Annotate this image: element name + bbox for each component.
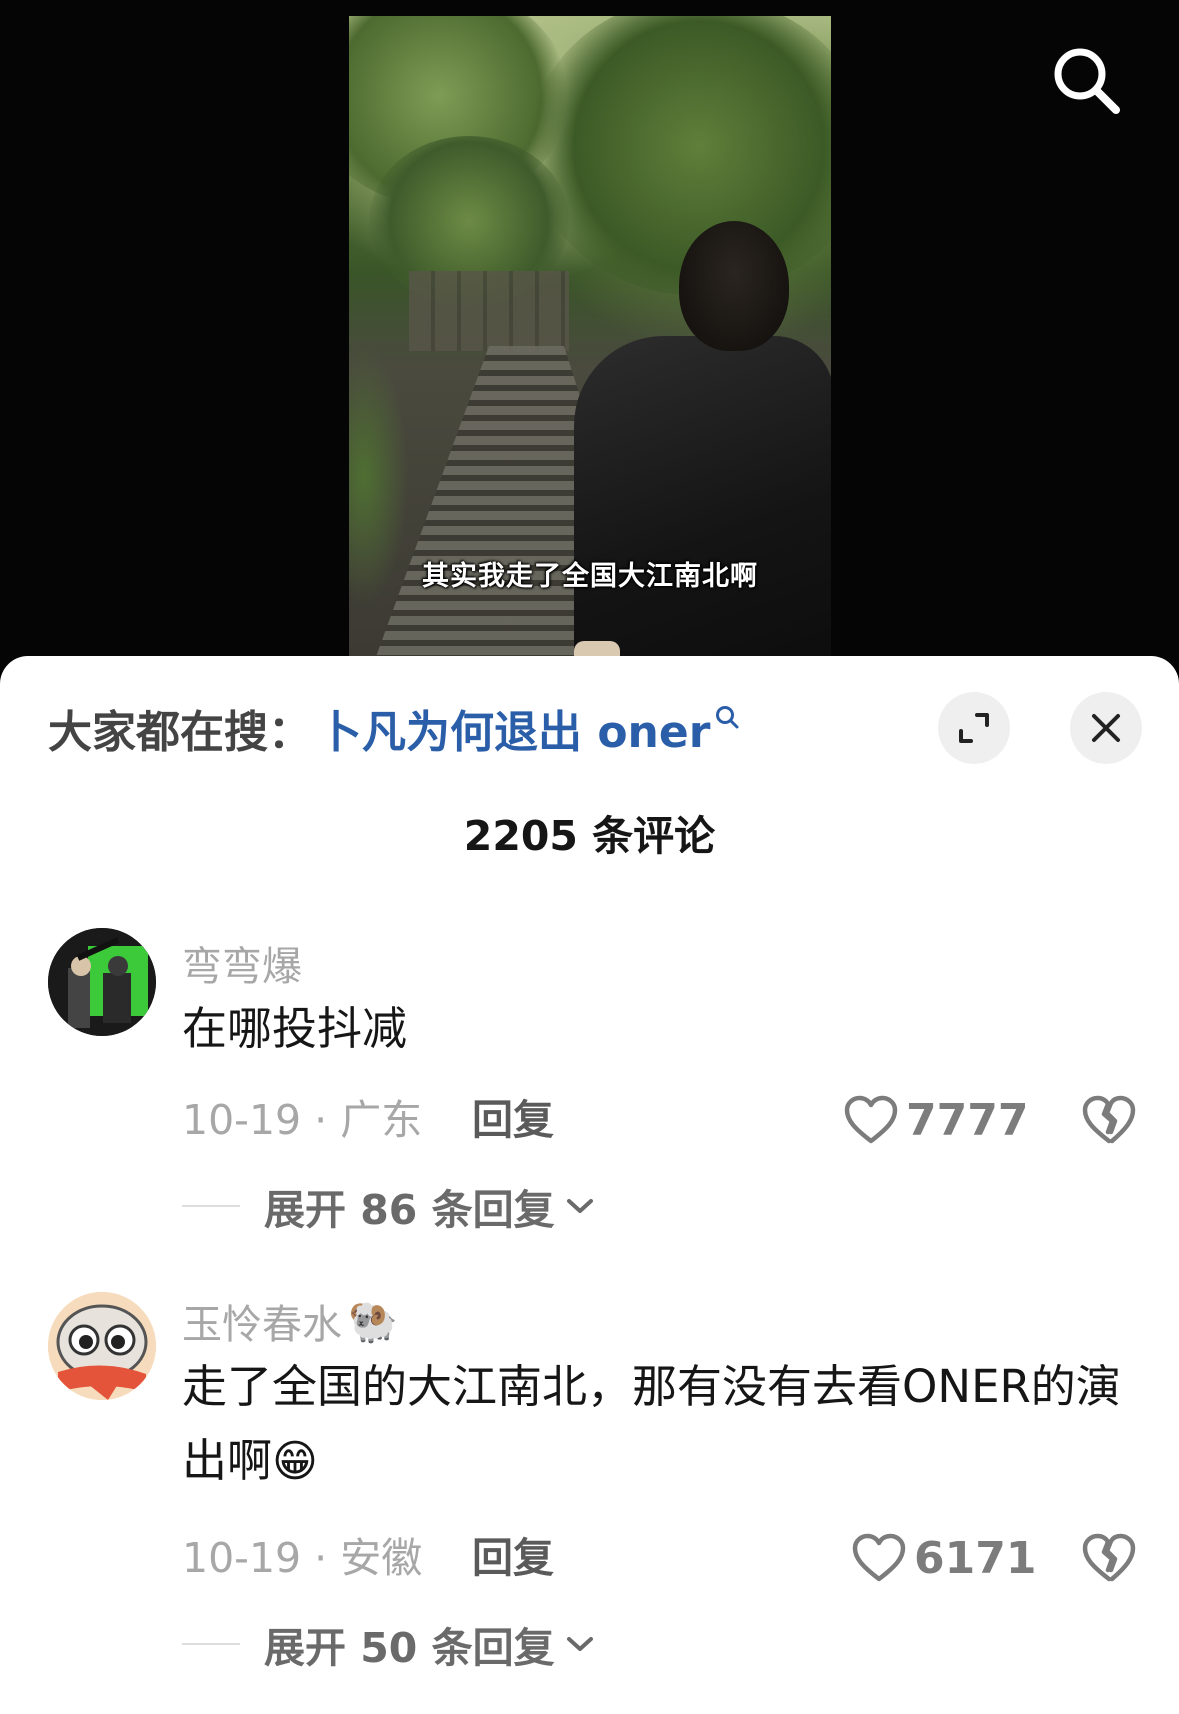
heart-icon [844,1095,898,1144]
comment-count-title: 2205 条评论 [463,812,716,860]
heart-icon [852,1533,906,1582]
avatar-cartoon [48,1292,156,1400]
stone-wall [409,271,569,351]
video-player[interactable]: 其实我走了全国大江南北啊 [0,0,1179,670]
video-frame[interactable]: 其实我走了全国大江南北啊 [349,16,831,656]
broken-heart-icon [1082,1533,1136,1582]
reply-button[interactable]: 回复 [472,1528,554,1588]
comment-text: 在哪投抖减 [182,1002,408,1055]
close-button[interactable] [1070,692,1142,764]
tree-foliage [529,16,831,296]
divider-line [182,1643,240,1645]
chevron-down-icon [566,1199,593,1213]
like-button[interactable]: 7777 [844,1090,1028,1150]
comment-text: 走了全国的大江南北，那有没有去看ONER的演出啊😁 [182,1350,1132,1499]
comment-item: 玉怜春水 🐏 走了全国的大江南北，那有没有去看ONER的演出啊😁 10-19 ·… [0,1292,1179,1712]
person-head [679,221,789,351]
comment-sheet: 大家都在搜： 卜凡为何退出 oner 2205 条评论 弯弯爆 在哪投抖减 10… [0,656,1179,1714]
expand-button[interactable] [938,692,1010,764]
search-button[interactable] [1046,40,1126,120]
like-count: 6171 [914,1532,1037,1584]
comment-username[interactable]: 玉怜春水 🐏 [182,1292,398,1350]
broken-heart-icon [1082,1095,1136,1144]
comment-meta: 10-19 · 安徽 回复 6171 [182,1528,1136,1588]
comment-date-location: 10-19 · 安徽 [182,1534,423,1582]
grin-emoji: 😁 [272,1436,318,1487]
video-subtitle: 其实我走了全国大江南北啊 [422,561,758,592]
hot-search-query-link[interactable]: 卜凡为何退出 oner [318,696,710,760]
expand-replies-button[interactable]: 展开 86 条回复 [182,1176,595,1236]
like-count: 7777 [906,1094,1029,1146]
close-icon [1092,714,1120,742]
dislike-button[interactable] [1082,1532,1136,1588]
avatar-photo [48,928,156,1036]
expand-replies-label: 展开 50 条回复 [264,1624,555,1672]
person-hand [574,641,620,656]
comment-item: 弯弯爆 在哪投抖减 10-19 · 广东 回复 7777 展开 86 条回复 [0,928,1179,1308]
divider-line [182,1205,240,1207]
avatar[interactable] [48,928,156,1036]
expand-replies-label: 展开 86 条回复 [264,1186,555,1234]
like-button[interactable]: 6171 [852,1528,1036,1588]
person-back [574,336,831,656]
search-icon [716,706,739,729]
avatar[interactable] [48,1292,156,1400]
expand-icon [959,713,989,743]
expand-replies-button[interactable]: 展开 50 条回复 [182,1614,595,1674]
comment-meta: 10-19 · 广东 回复 7777 [182,1090,1136,1150]
reply-button[interactable]: 回复 [472,1090,554,1150]
hot-search-bar[interactable]: 大家都在搜： 卜凡为何退出 oner [48,698,740,758]
hot-search-label: 大家都在搜： [48,707,312,758]
sheep-emoji: 🐏 [348,1298,398,1345]
chevron-down-icon [566,1637,593,1651]
username-text: 玉怜春水 [182,1302,342,1348]
comment-text-body: 走了全国的大江南北，那有没有去看ONER的演出啊 [182,1360,1121,1487]
comment-username[interactable]: 弯弯爆 [182,934,302,992]
search-icon [1054,48,1120,114]
comment-date-location: 10-19 · 广东 [182,1096,423,1144]
dislike-button[interactable] [1082,1094,1136,1150]
